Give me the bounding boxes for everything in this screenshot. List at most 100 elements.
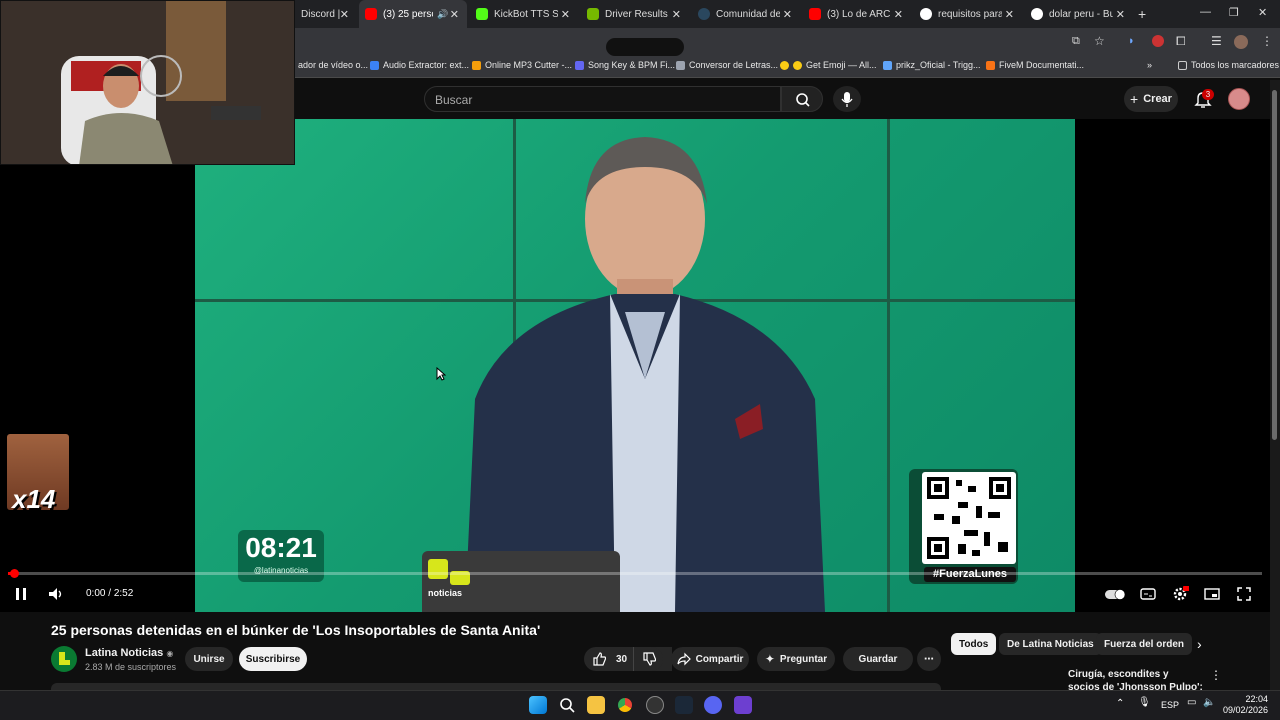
tab-youtube-active[interactable]: (3) 25 personas 🔊 ✕: [359, 0, 467, 28]
close-tab-icon[interactable]: ✕: [450, 8, 459, 21]
new-tab-icon[interactable]: +: [1138, 6, 1146, 22]
close-window-icon[interactable]: ✕: [1258, 6, 1267, 19]
dislike-button[interactable]: [633, 647, 663, 671]
ask-button[interactable]: ✦ Preguntar: [757, 647, 835, 671]
more-actions-button[interactable]: ⋯: [917, 647, 941, 671]
all-bookmarks-folder[interactable]: Todos los marcadores: [1178, 60, 1279, 70]
tab-nvidia[interactable]: Driver Results | N ✕: [581, 0, 689, 28]
emote-multiplier: x14: [12, 484, 56, 514]
related-more-icon[interactable]: ⋮: [1210, 668, 1222, 682]
close-tab-icon[interactable]: ✕: [1116, 8, 1125, 21]
time-separator: /: [108, 588, 112, 599]
subscriber-count: 2.83 M de suscriptores: [85, 662, 177, 672]
pause-icon: [16, 588, 26, 600]
description-box[interactable]: [51, 683, 941, 690]
extension-icon[interactable]: [1152, 35, 1164, 47]
chip-all[interactable]: Todos: [951, 633, 997, 655]
settings-button[interactable]: [1171, 585, 1189, 603]
volume-button[interactable]: [47, 585, 65, 603]
extensions-puzzle-icon[interactable]: ⧠: [1176, 34, 1186, 49]
tab-requisitos[interactable]: requisitos para ju ✕: [914, 0, 1022, 28]
network-icon[interactable]: ▭: [1187, 697, 1196, 708]
chips-next-icon[interactable]: ›: [1197, 636, 1202, 652]
install-app-icon[interactable]: ⧉: [1072, 35, 1080, 48]
tab-kickbot[interactable]: KickBot TTS Settin ✕: [470, 0, 578, 28]
search-button[interactable]: [781, 86, 823, 112]
restore-icon[interactable]: ❐: [1229, 6, 1239, 19]
pause-button[interactable]: [12, 585, 30, 603]
chrome-icon[interactable]: [616, 696, 634, 714]
tab-label: dolar peru - Busc: [1049, 8, 1113, 20]
close-tab-icon[interactable]: ✕: [672, 8, 681, 21]
notification-count-badge: 3: [1202, 89, 1214, 100]
bookmark-label: Todos los marcadores: [1191, 60, 1280, 70]
scrollbar-thumb[interactable]: [1272, 90, 1277, 440]
video-title: 25 personas detenidas en el búnker de 'L…: [51, 622, 541, 638]
fullscreen-icon: [1237, 587, 1251, 601]
bookmark-item[interactable]: prikz_Oficial - Trigg...: [883, 60, 981, 70]
media-control-icon[interactable]: ☰: [1211, 34, 1222, 48]
logo-block: [59, 660, 70, 665]
close-tab-icon[interactable]: ✕: [894, 8, 903, 21]
chip-fuerza[interactable]: Fuerza del orden: [1096, 633, 1193, 655]
tab-discord[interactable]: Discord | ✕: [295, 0, 357, 28]
scrubber-handle[interactable]: [10, 569, 19, 578]
keyboard-language[interactable]: ESP: [1161, 700, 1179, 710]
app-icon[interactable]: [734, 696, 752, 714]
close-tab-icon[interactable]: ✕: [561, 8, 570, 21]
subtitles-button[interactable]: [1139, 585, 1157, 603]
chrome-menu-icon[interactable]: ⋮: [1261, 34, 1273, 48]
bookmark-item[interactable]: Conversor de Letras...: [676, 60, 778, 70]
bookmark-item[interactable]: Song Key & BPM Fi...: [575, 60, 675, 70]
subscribe-button[interactable]: Suscribirse: [239, 647, 307, 671]
bookmark-label: Song Key & BPM Fi...: [588, 60, 676, 70]
bookmark-item[interactable]: Get Emoji — All...: [780, 60, 877, 70]
speaker-icon[interactable]: 🔈: [1203, 697, 1215, 708]
save-button[interactable]: Guardar: [843, 647, 913, 671]
voice-search-button[interactable]: [833, 86, 861, 112]
search-taskbar-icon[interactable]: [558, 696, 576, 714]
microphone-tray-icon[interactable]: 🎙: [1138, 697, 1151, 708]
taskbar-clock[interactable]: 22:04 09/02/2026: [1222, 694, 1268, 716]
sparkle-icon: ✦: [764, 652, 775, 666]
bookmark-label: prikz_Oficial - Trigg...: [896, 60, 981, 70]
discord-taskbar-icon[interactable]: [704, 696, 722, 714]
bookmark-item[interactable]: Audio Extractor: ext...: [370, 60, 469, 70]
tab-steam[interactable]: Comunidad de St ✕: [692, 0, 800, 28]
bookmark-item[interactable]: Online MP3 Cutter -...: [472, 60, 572, 70]
close-tab-icon[interactable]: ✕: [1005, 8, 1014, 21]
minimize-icon[interactable]: —: [1200, 6, 1211, 18]
search-input[interactable]: Buscar: [424, 86, 781, 112]
bookmark-favicon: [883, 60, 892, 70]
miniplayer-button[interactable]: [1203, 585, 1221, 603]
steam-taskbar-icon[interactable]: [675, 696, 693, 714]
create-button[interactable]: + Crear: [1124, 86, 1178, 112]
bookmark-item[interactable]: ador de vídeo o...: [298, 60, 368, 70]
like-count: 30: [616, 653, 628, 665]
fullscreen-button[interactable]: [1235, 585, 1253, 603]
close-tab-icon[interactable]: ✕: [783, 8, 792, 21]
tab-arc[interactable]: (3) Lo de ARC Rai ✕: [803, 0, 911, 28]
tray-overflow-icon[interactable]: ⌃: [1116, 698, 1124, 709]
join-button[interactable]: Unirse: [185, 647, 233, 671]
profile-avatar[interactable]: [1234, 35, 1248, 49]
bookmark-item[interactable]: FiveM Documentati...: [986, 60, 1084, 70]
share-button[interactable]: Compartir: [671, 647, 749, 671]
close-tab-icon[interactable]: ✕: [340, 8, 349, 21]
audio-playing-icon[interactable]: 🔊: [437, 9, 448, 20]
channel-name[interactable]: Latina Noticias ◉: [85, 647, 173, 659]
channel-avatar[interactable]: [51, 646, 77, 672]
progress-bar[interactable]: [8, 572, 1262, 575]
account-avatar[interactable]: [1228, 88, 1250, 110]
bookmark-star-icon[interactable]: ☆: [1094, 34, 1105, 48]
tab-dolar[interactable]: dolar peru - Busc ✕: [1025, 0, 1133, 28]
app-icon[interactable]: [646, 696, 664, 714]
file-explorer-icon[interactable]: [587, 696, 605, 714]
logo-text: noticias: [428, 588, 463, 598]
chip-latina[interactable]: De Latina Noticias: [999, 633, 1102, 655]
start-icon[interactable]: [529, 696, 547, 714]
autoplay-toggle[interactable]: [1104, 585, 1126, 603]
bookmarks-overflow-icon[interactable]: »: [1147, 60, 1152, 70]
related-video-title[interactable]: Cirugía, escondites y socios de 'Jhonsso…: [1068, 668, 1203, 690]
extension-icon[interactable]: ◗: [1128, 35, 1135, 47]
